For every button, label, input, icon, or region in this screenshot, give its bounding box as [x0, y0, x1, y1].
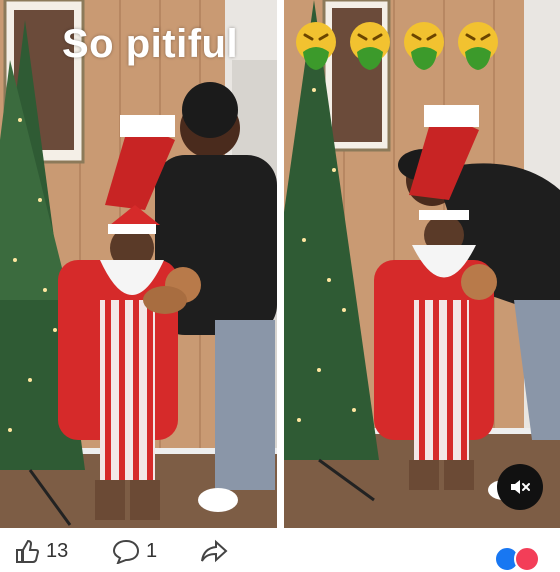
action-bar — [0, 528, 560, 560]
photo-left-image — [0, 0, 277, 528]
reaction-summary[interactable] — [494, 546, 540, 572]
like-button[interactable]: 13 — [14, 538, 68, 564]
photo-left[interactable]: So pitiful — [0, 0, 277, 528]
share-button[interactable] — [200, 538, 228, 564]
like-count: 13 — [46, 539, 69, 562]
caption-text: So pitiful — [62, 22, 239, 66]
nauseated-face-icon — [296, 22, 336, 70]
share-icon — [201, 539, 228, 563]
nauseated-face-icon — [404, 22, 444, 70]
thumbs-up-icon — [16, 539, 40, 563]
comment-icon — [112, 539, 140, 564]
photo-right[interactable] — [284, 0, 560, 528]
comment-button[interactable]: 1 — [112, 538, 157, 564]
speaker-muted-icon — [511, 480, 530, 494]
comment-count: 1 — [146, 539, 158, 562]
photo-right-image — [284, 0, 560, 528]
mute-button[interactable] — [497, 464, 543, 510]
love-reaction-icon — [514, 546, 540, 572]
emoji-row — [293, 20, 501, 72]
photo-divider — [277, 0, 284, 528]
post: So pitiful 13 1 — [0, 0, 560, 572]
nauseated-face-icon — [458, 22, 498, 70]
nauseated-face-icon — [350, 22, 390, 70]
